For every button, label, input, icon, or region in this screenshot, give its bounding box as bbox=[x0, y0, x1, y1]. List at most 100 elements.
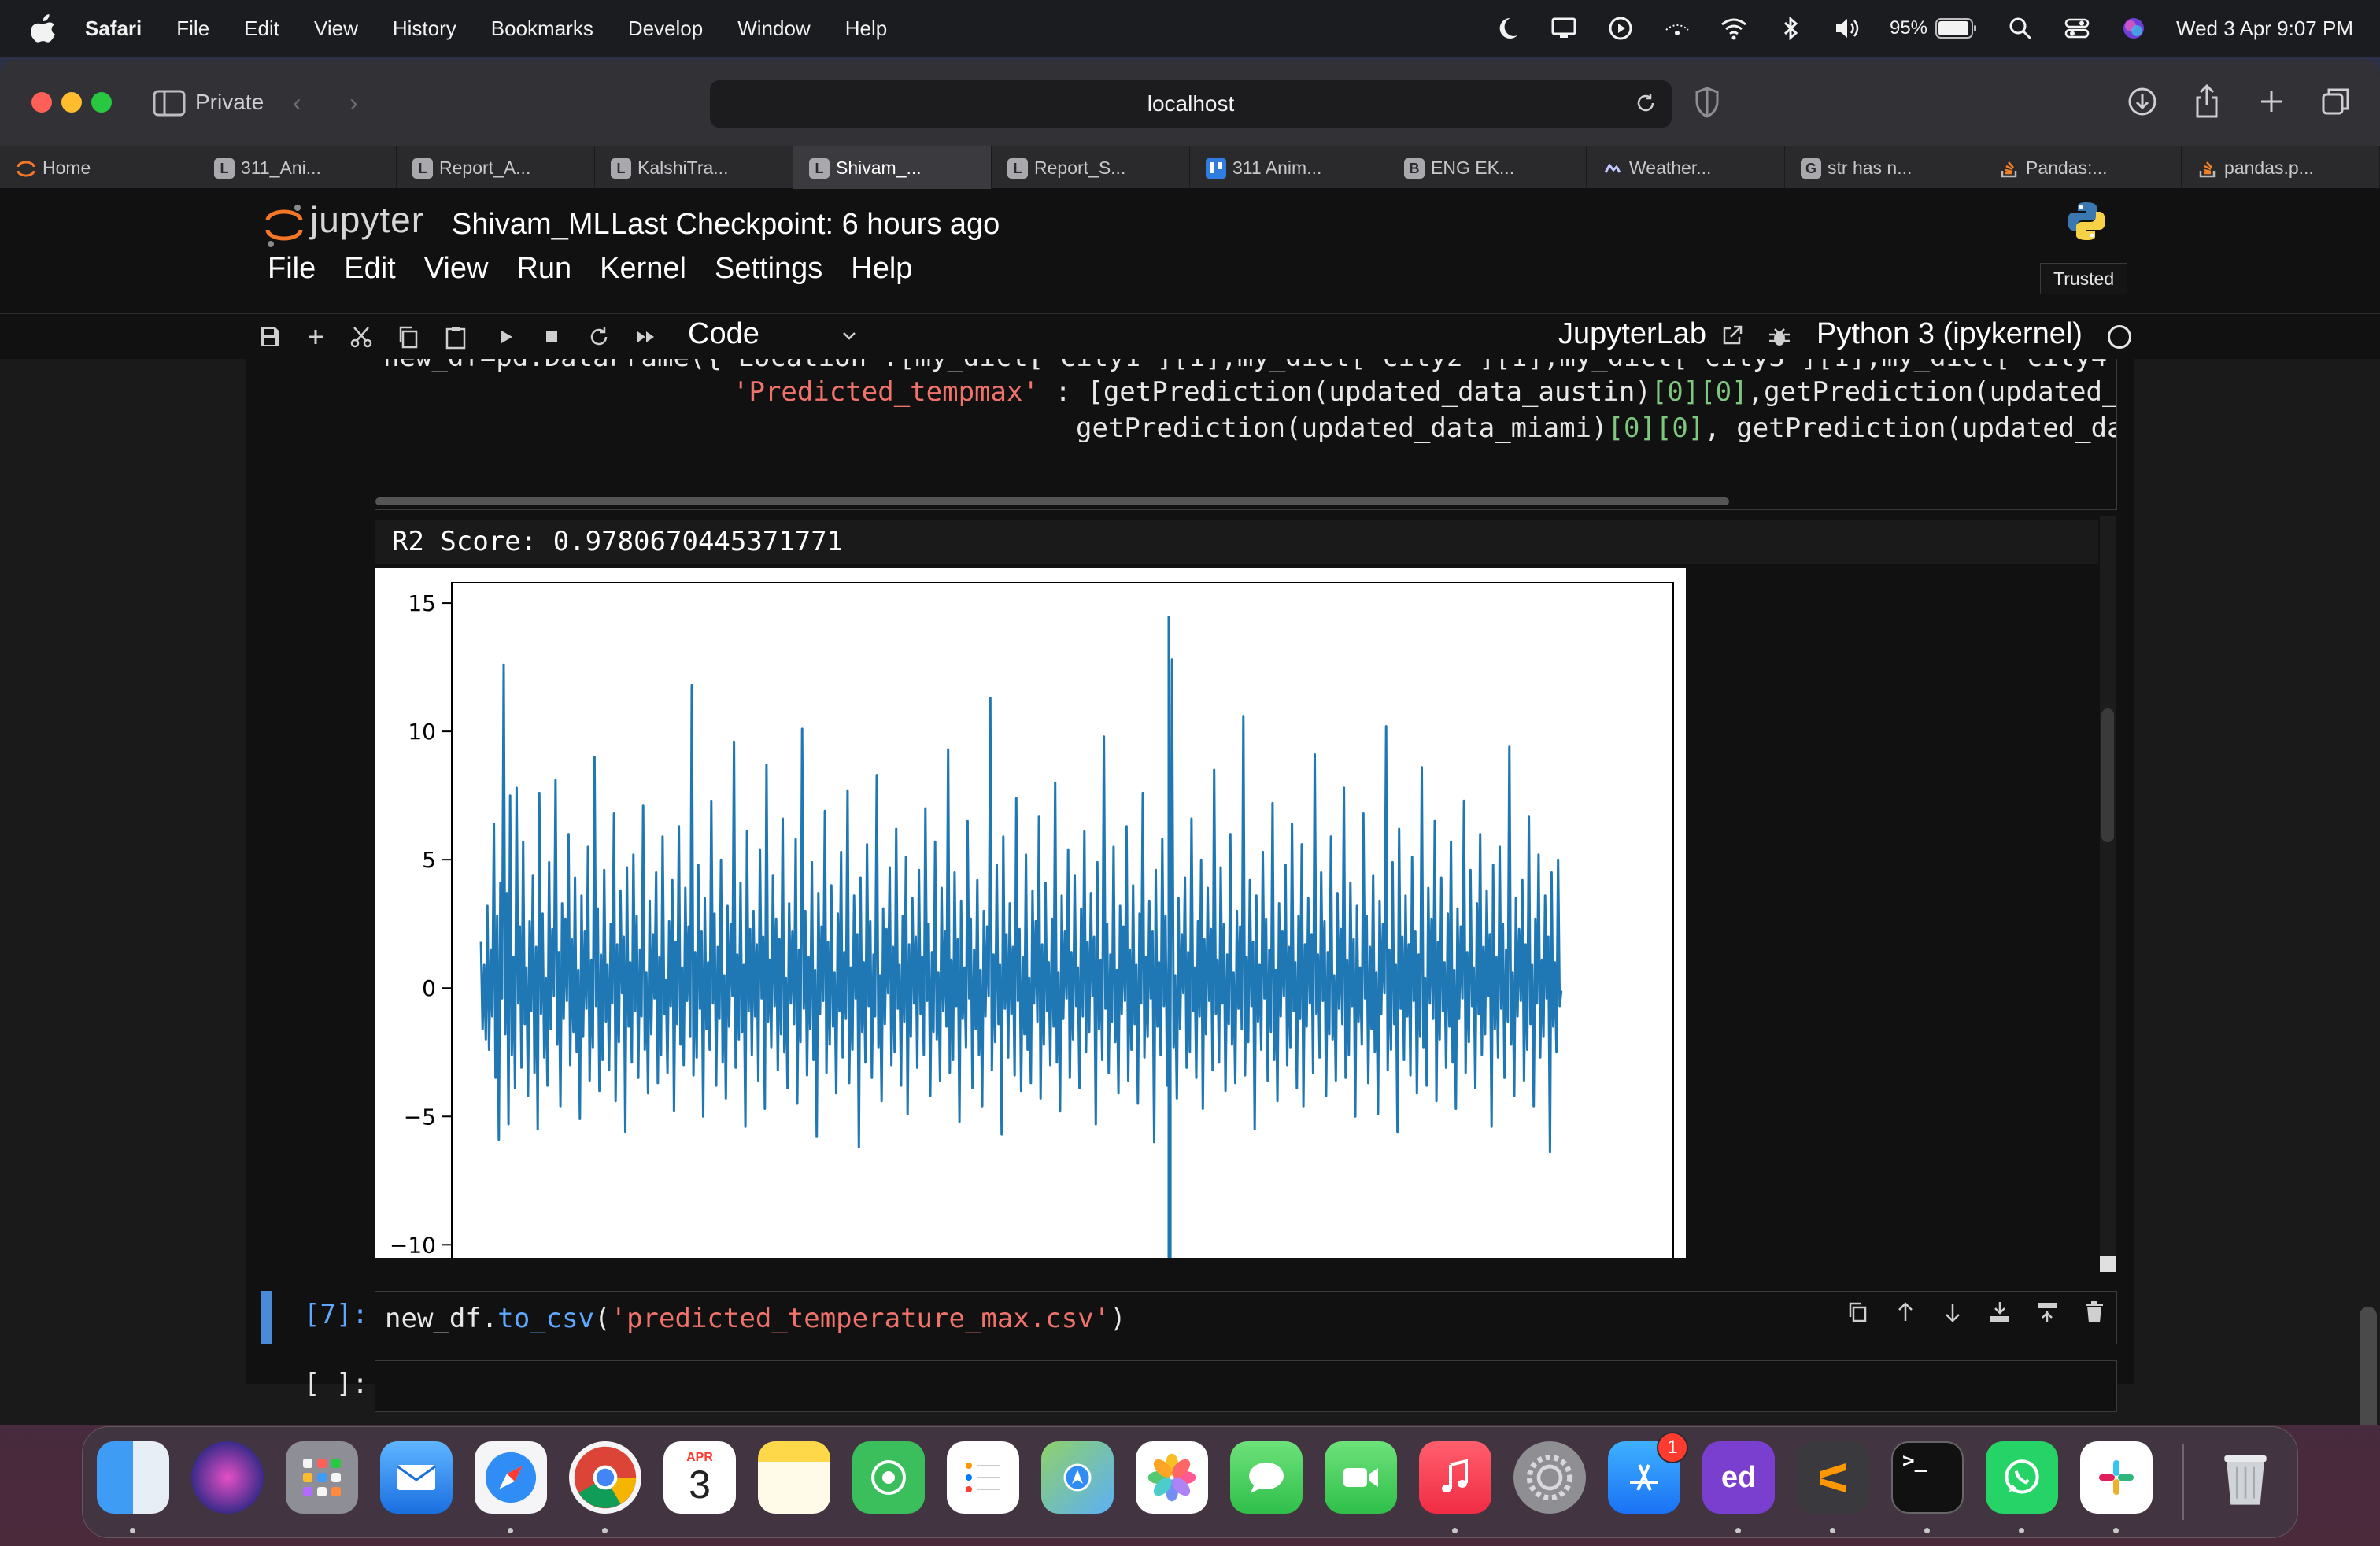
page-vertical-scrollbar[interactable] bbox=[2360, 1307, 2377, 1425]
trusted-badge[interactable]: Trusted bbox=[2040, 263, 2128, 294]
facetime-icon[interactable] bbox=[1325, 1441, 1397, 1514]
tab-shivam-active[interactable]: L Shivam_... bbox=[793, 146, 992, 189]
siri-icon[interactable] bbox=[2119, 14, 2148, 43]
code-cell-editor[interactable]: new_df=pd.DataFrame({'Location':[my_dict… bbox=[375, 359, 2117, 510]
tab-home[interactable]: Home bbox=[0, 146, 198, 189]
menu-bar-clock[interactable]: Wed 3 Apr 9:07 PM bbox=[2176, 17, 2353, 41]
delete-trash-icon[interactable] bbox=[2081, 1299, 2108, 1326]
messages-icon[interactable] bbox=[1230, 1441, 1303, 1514]
jmenu-settings[interactable]: Settings bbox=[715, 252, 822, 286]
duplicate-cell-icon[interactable] bbox=[1845, 1299, 1872, 1326]
output-vertical-scrollbar[interactable] bbox=[2100, 516, 2116, 1256]
back-chevron-icon[interactable]: ‹ bbox=[293, 88, 301, 117]
debugger-bug-icon[interactable] bbox=[1766, 324, 1793, 350]
cut-scissors-icon[interactable] bbox=[348, 324, 375, 350]
battery-icon[interactable] bbox=[1935, 18, 1978, 39]
whatsapp-icon[interactable] bbox=[1986, 1441, 2058, 1514]
add-cell-plus-icon[interactable] bbox=[302, 324, 329, 350]
siri-app-icon[interactable] bbox=[191, 1441, 264, 1514]
media-play-icon[interactable] bbox=[1606, 14, 1635, 43]
address-bar[interactable]: localhost bbox=[710, 80, 1672, 128]
screen-mirroring-icon[interactable] bbox=[1550, 14, 1578, 43]
paste-clipboard-icon[interactable] bbox=[442, 324, 469, 350]
run-play-icon[interactable] bbox=[493, 324, 519, 350]
volume-icon[interactable] bbox=[1833, 14, 1861, 43]
output-scroll-thumb[interactable] bbox=[2101, 708, 2114, 842]
jmenu-run[interactable]: Run bbox=[516, 252, 571, 286]
minimize-window-button[interactable] bbox=[61, 92, 82, 113]
close-window-button[interactable] bbox=[31, 92, 52, 113]
reload-icon[interactable] bbox=[1634, 91, 1658, 115]
tab-weather[interactable]: Weather... bbox=[1587, 146, 1785, 189]
tab-pandas-1[interactable]: Pandas:... bbox=[1983, 146, 2182, 189]
jmenu-edit[interactable]: Edit bbox=[344, 252, 395, 286]
forward-chevron-icon[interactable]: › bbox=[349, 88, 358, 117]
share-icon[interactable] bbox=[2191, 83, 2223, 120]
menu-history[interactable]: History bbox=[393, 17, 456, 41]
apple-logo-icon[interactable] bbox=[30, 13, 58, 44]
jmenu-file[interactable]: File bbox=[268, 252, 316, 286]
empty-code-cell[interactable] bbox=[375, 1360, 2117, 1412]
move-up-arrow-icon[interactable] bbox=[1892, 1299, 1919, 1326]
calendar-icon[interactable]: APR 3 bbox=[663, 1441, 736, 1514]
spotlight-search-icon[interactable] bbox=[2006, 14, 2034, 43]
chrome-icon[interactable] bbox=[569, 1441, 641, 1514]
stop-square-icon[interactable] bbox=[538, 324, 565, 350]
insert-above-icon[interactable] bbox=[1986, 1299, 2013, 1326]
safari-app-icon[interactable] bbox=[475, 1441, 547, 1514]
menu-app-name[interactable]: Safari bbox=[85, 17, 142, 41]
tab-kalshitra[interactable]: L KalshiTra... bbox=[595, 146, 793, 189]
music-icon[interactable] bbox=[1419, 1441, 1491, 1514]
tab-overview-icon[interactable] bbox=[2320, 83, 2352, 120]
mail-icon[interactable] bbox=[380, 1441, 453, 1514]
tab-311-anim[interactable]: 311 Anim... bbox=[1190, 146, 1388, 189]
menu-view[interactable]: View bbox=[314, 17, 358, 41]
terminal-icon[interactable]: >_ bbox=[1891, 1441, 1964, 1514]
tab-eng-ek[interactable]: B ENG EK... bbox=[1388, 146, 1587, 189]
ed-app-icon[interactable]: ed bbox=[1702, 1441, 1775, 1514]
wifi-icon[interactable] bbox=[1720, 14, 1748, 43]
menu-edit[interactable]: Edit bbox=[244, 17, 279, 41]
menu-file[interactable]: File bbox=[176, 17, 209, 41]
launchpad-icon[interactable] bbox=[286, 1441, 358, 1514]
insert-below-icon[interactable] bbox=[2034, 1299, 2060, 1326]
chevron-down-icon[interactable] bbox=[837, 324, 861, 347]
downloads-icon[interactable] bbox=[2127, 83, 2158, 120]
kernel-name[interactable]: Python 3 (ipykernel) bbox=[1816, 317, 2082, 351]
menu-help[interactable]: Help bbox=[845, 17, 887, 41]
tab-str-has-n[interactable]: Gstr has n... bbox=[1785, 146, 1983, 189]
restart-kernel-icon[interactable] bbox=[586, 324, 612, 350]
maps-icon[interactable] bbox=[1041, 1441, 1114, 1514]
reminders-icon[interactable] bbox=[947, 1441, 1019, 1514]
copy-icon[interactable] bbox=[395, 324, 422, 350]
privacy-shield-icon[interactable] bbox=[1694, 87, 1720, 118]
control-center-icon[interactable] bbox=[2063, 14, 2091, 43]
horizontal-scrollbar[interactable] bbox=[375, 497, 1729, 505]
new-tab-plus-icon[interactable] bbox=[2256, 83, 2287, 120]
save-icon[interactable] bbox=[257, 324, 283, 350]
fast-forward-run-all-icon[interactable] bbox=[633, 324, 660, 350]
menu-window[interactable]: Window bbox=[737, 17, 810, 41]
focus-moon-icon[interactable] bbox=[1493, 14, 1521, 43]
zoom-window-button[interactable] bbox=[91, 92, 112, 113]
jmenu-view[interactable]: View bbox=[424, 252, 489, 286]
notes-icon[interactable] bbox=[758, 1441, 830, 1514]
sidebar-toggle-icon[interactable] bbox=[153, 90, 186, 117]
finder-icon[interactable] bbox=[97, 1441, 169, 1514]
tab-pandas-2[interactable]: pandas.p... bbox=[2182, 146, 2380, 189]
jmenu-help[interactable]: Help bbox=[851, 252, 912, 286]
trash-icon[interactable] bbox=[2209, 1441, 2282, 1514]
bluetooth-icon[interactable] bbox=[1776, 14, 1805, 43]
photos-icon[interactable] bbox=[1136, 1441, 1208, 1514]
wifi-dots-icon[interactable] bbox=[1663, 14, 1691, 43]
move-down-arrow-icon[interactable] bbox=[1939, 1299, 1966, 1326]
tab-311-ani[interactable]: L 311_Ani... bbox=[198, 146, 397, 189]
external-link-icon[interactable] bbox=[1720, 324, 1744, 347]
private-browsing-label[interactable]: Private bbox=[195, 90, 264, 115]
jmenu-kernel[interactable]: Kernel bbox=[600, 252, 686, 286]
output-resize-handle[interactable] bbox=[2100, 1256, 2116, 1272]
jupyter-logo-icon[interactable] bbox=[263, 202, 305, 250]
cell-type-select[interactable]: Code bbox=[688, 317, 759, 351]
menu-develop[interactable]: Develop bbox=[628, 17, 703, 41]
find-my-icon[interactable] bbox=[852, 1441, 925, 1514]
